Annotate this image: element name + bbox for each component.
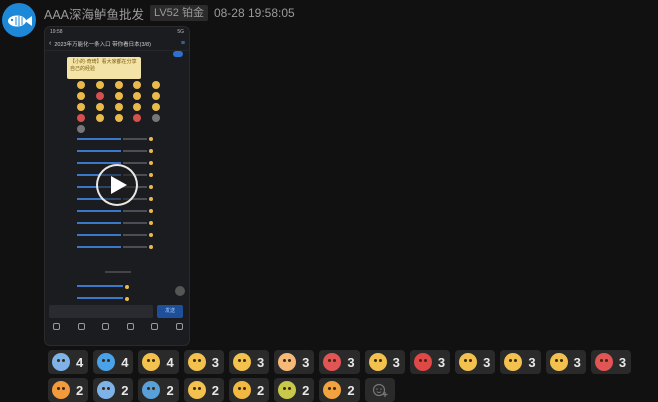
reaction-count: 4 [121,354,129,370]
reaction-count: 3 [392,354,400,370]
fish-bowl-icon [142,381,161,399]
reaction-count: 3 [256,354,265,370]
reaction-chip[interactable]: 2 [93,378,134,402]
back-arrow-icon: ‹ [49,40,52,47]
menu-icon: ≡ [180,40,185,47]
reaction-chip[interactable]: 3 [183,350,224,374]
phone-emoji-grid [77,81,169,133]
red-angry-face-icon [323,353,342,371]
phone-message-line [77,285,157,289]
video-message[interactable]: 19:58 5G ‹ 2023年万能化一条入口 带你看日本(3/8) ≡ 【小的… [44,26,190,346]
reaction-chip[interactable]: 2 [48,378,89,402]
pig-face-icon [278,353,297,371]
camera-icon [102,323,110,330]
sender-name[interactable]: AAA深海鲈鱼批发 [44,4,144,23]
voice-icon [53,323,60,330]
reaction-count: 3 [528,354,536,370]
reaction-chip[interactable]: 3 [500,350,541,374]
teary-face-icon [504,353,523,371]
reaction-chip[interactable]: 4 [138,350,179,374]
smirk-face-icon [459,353,478,371]
reaction-count: 2 [166,382,174,398]
phone-message-line [77,297,157,301]
reaction-chip[interactable]: 3 [409,350,451,374]
reaction-bar: 4 4 4 3 3 3 3 3 3 3 3 3 3 2 2 2 2 2 2 2 [48,350,658,402]
phone-pinned-bubble: 【小的·奇琦】看大家都在分享自己的经验 [67,57,141,79]
reaction-chip[interactable]: 2 [274,378,315,402]
reaction-count: 4 [76,354,84,370]
image-icon [77,323,85,330]
ghost-face-icon [278,381,297,399]
reaction-count: 2 [76,382,84,398]
avatar[interactable] [2,3,36,37]
reaction-chip[interactable]: 2 [228,378,270,402]
fish-icon [8,15,32,27]
sweat-droplets-icon [97,353,116,371]
reaction-chip[interactable]: 2 [183,378,224,402]
phone-status-bar: 19:58 5G [45,27,189,37]
reaction-count: 2 [347,382,355,398]
anxious-face-icon [368,353,387,371]
reaction-count: 2 [211,382,219,398]
watermelon-icon [594,353,613,371]
monocle-face-icon [549,353,568,371]
phone-notification-dot [173,51,183,57]
reaction-count: 2 [121,382,129,398]
add-emoji-icon [372,383,388,397]
reaction-count: 3 [302,354,310,370]
cold-sweat-face-icon [52,353,70,371]
reaction-chip[interactable]: 2 [138,378,179,402]
emoji-icon [151,323,159,330]
downcast-sweat-face-icon [232,353,251,371]
add-reaction-button[interactable] [364,378,395,402]
reaction-chip[interactable]: 3 [228,350,270,374]
reaction-chip[interactable]: 3 [274,350,315,374]
phone-status-time: 19:58 [50,29,63,35]
phone-chat-title: ‹ 2023年万能化一条入口 带你看日本(3/8) ≡ [45,37,189,51]
play-icon [111,176,127,194]
reaction-count: 2 [256,382,265,398]
phone-send-button: 发送 [157,305,183,318]
reaction-count: 4 [166,354,174,370]
message-header: AAA深海鲈鱼批发 LV52 铂金 08-28 19:58:05 [44,4,295,23]
reaction-chip[interactable]: 2 [319,378,360,402]
phone-title-text: 2023年万能化一条入口 带你看日本(3/8) [54,41,151,48]
plus-icon [175,323,183,330]
staring-face-icon [187,381,206,399]
phone-toolbar [49,323,187,333]
reaction-count: 2 [302,382,310,398]
phone-status-signal: 5G [177,29,184,35]
reaction-chip[interactable]: 3 [455,350,496,374]
message-timestamp: 08-28 19:58:05 [213,6,295,20]
reaction-count: 3 [437,354,446,370]
raised-fist-icon [323,381,342,399]
tears-of-joy-icon [187,353,206,371]
reaction-count: 3 [573,354,581,370]
loudly-crying-face-icon [97,381,116,399]
reaction-count: 3 [211,354,219,370]
reaction-chip[interactable]: 3 [545,350,586,374]
phone-time-separator [105,271,131,273]
reaction-count: 3 [618,354,627,370]
phone-scroll-down-icon [175,286,185,296]
reaction-chip[interactable]: 3 [319,350,360,374]
phone-input-box [49,305,153,318]
level-badge: LV52 铂金 [150,5,208,21]
toast-bread-icon [232,381,251,399]
reaction-count: 3 [347,354,355,370]
reaction-chip[interactable]: 4 [48,350,89,374]
blush-hug-face-icon [52,381,70,399]
reaction-chip[interactable]: 4 [93,350,134,374]
reaction-chip[interactable]: 3 [590,350,632,374]
reaction-count: 3 [483,354,491,370]
reaction-chip[interactable]: 3 [364,350,405,374]
file-icon [126,323,134,330]
play-button[interactable] [96,164,138,206]
surprised-face-icon [142,353,161,371]
angry-devil-icon [413,353,432,371]
